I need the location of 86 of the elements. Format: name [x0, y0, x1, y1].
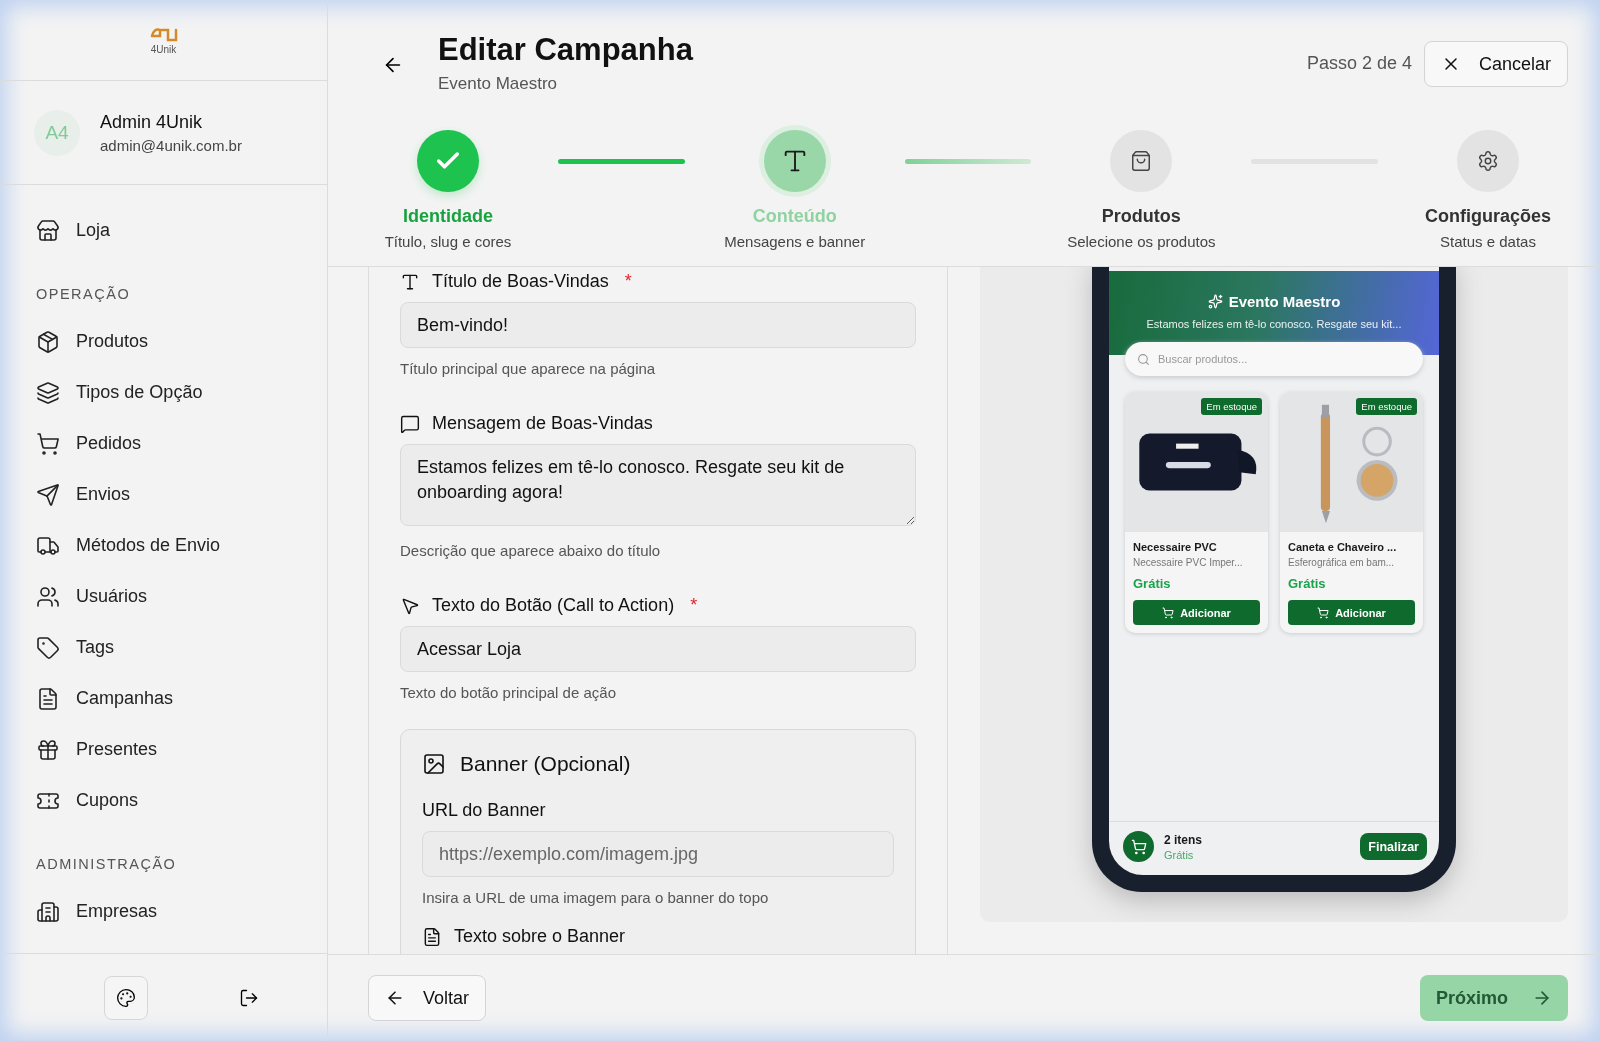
checkout-button[interactable]: Finalizar [1360, 833, 1427, 860]
field-hint: Texto do botão principal de ação [400, 684, 617, 701]
required-asterisk: * [624, 271, 632, 292]
chat-bubble-icon [400, 413, 420, 434]
image-icon [422, 752, 446, 776]
building-icon [36, 899, 60, 924]
product-description: Esferográfica em bam... [1288, 557, 1396, 568]
cart-total: Grátis [1164, 848, 1195, 861]
field-label: Texto sobre o Banner [454, 926, 626, 947]
text-field[interactable]: Acessar Loja [400, 626, 916, 672]
store-icon [36, 218, 60, 243]
box-icon [36, 329, 60, 354]
step-title: Conteúdo [752, 206, 837, 227]
avatar: A4 [34, 109, 80, 156]
nav-item[interactable]: Produtos [36, 316, 327, 367]
url-field[interactable]: https://exemplo.com/imagem.jpg [422, 831, 894, 877]
product-name: Caneta e Chaveiro ... [1288, 541, 1398, 553]
nav-item[interactable]: Métodos de Envio [36, 520, 327, 571]
search-icon [1137, 352, 1150, 366]
product-name: Necessaire PVC [1133, 541, 1218, 553]
settings-icon [1477, 150, 1499, 172]
step-title: Produtos [1101, 206, 1181, 227]
product-description: Necessaire PVC Imper... [1133, 557, 1244, 568]
nav-item[interactable]: Campanhas [36, 673, 327, 724]
cancel-button[interactable]: Cancelar [1423, 41, 1568, 87]
nav-item[interactable]: Empresas [36, 886, 327, 937]
step-subtitle: Selecione os produtos [1067, 233, 1216, 250]
message-field[interactable]: Estamos felizes em tê-lo conosco. Resgate seu kit de onboarding agora! [400, 444, 916, 526]
next-button[interactable]: Próximo [1419, 975, 1568, 1021]
nav-item[interactable]: Tipos de Opção [36, 367, 327, 418]
field-label: URL do Banner [422, 800, 547, 821]
cart-icon [1123, 831, 1154, 862]
logout-icon [239, 987, 260, 1008]
nav-item[interactable]: Cupons [36, 775, 327, 826]
nav-section-heading: OPERAÇÃO [36, 286, 132, 302]
user-name: Admin 4Unik [100, 111, 204, 133]
step-subtitle: Título, slug e cores [384, 233, 512, 250]
field-hint: Insira a URL de uma imagem para o banner do topo [422, 889, 770, 906]
sparkles-icon [1207, 294, 1223, 309]
nav-item[interactable]: Loja [36, 205, 327, 256]
back-button[interactable]: Voltar [368, 975, 487, 1021]
product-price: Grátis [1288, 576, 1327, 591]
hero-message: Estamos felizes em tê-lo conosco. Resgate seu kit... [1145, 318, 1403, 330]
step-title: Identidade [403, 206, 493, 227]
cart-icon [1317, 606, 1330, 619]
paper-plane-icon [36, 482, 60, 507]
page-title: Editar Campanha [438, 32, 693, 68]
add-button[interactable]: Adicionar [1288, 600, 1415, 625]
step-counter: Passo 2 de 4 [1306, 53, 1412, 74]
document-icon [36, 686, 60, 711]
nav-item[interactable]: Usuários [36, 571, 327, 622]
users-icon [36, 584, 60, 609]
section-title: Banner (Opcional) [460, 752, 631, 776]
step-subtitle: Mensagens e banner [724, 233, 866, 250]
required-asterisk: * [690, 595, 698, 616]
layers-icon [36, 380, 60, 405]
cart-icon [1162, 606, 1175, 619]
field-label: Mensagem de Boas-Vindas [432, 413, 653, 434]
text-field[interactable]: Bem-vindo! [400, 302, 916, 348]
step-title: Configurações [1425, 206, 1552, 227]
nav-item[interactable]: Envios [36, 469, 327, 520]
stock-badge: Em estoque [1356, 398, 1417, 415]
nav-section-heading: ADMINISTRAÇÃO [36, 856, 178, 872]
nav-item[interactable]: Tags [36, 622, 327, 673]
theme-button[interactable] [103, 975, 148, 1020]
page-subtitle: Evento Maestro [438, 74, 559, 94]
field-label: Texto do Botão (Call to Action) [432, 595, 675, 616]
logo-text: 4Unik [150, 43, 177, 55]
stock-badge: Em estoque [1201, 398, 1262, 415]
gift-icon [36, 737, 60, 762]
user-email: admin@4unik.com.br [100, 136, 242, 154]
field-hint: Descrição que aparece abaixo do título [400, 542, 662, 559]
nav-item[interactable]: Pedidos [36, 418, 327, 469]
field-label: Título de Boas-Vindas [432, 271, 609, 292]
hero-title: Evento Maestro [1228, 293, 1341, 310]
bag-icon [1130, 150, 1153, 172]
document-icon [422, 926, 442, 947]
step-subtitle: Status e datas [1440, 233, 1536, 250]
field-hint: Título principal que aparece na página [400, 360, 657, 377]
cart-count: 2 itens [1164, 832, 1202, 847]
add-button[interactable]: Adicionar [1133, 600, 1260, 625]
nav-item[interactable]: Presentes [36, 724, 327, 775]
tag-icon [36, 635, 60, 660]
product-price: Grátis [1133, 576, 1172, 591]
cart-icon [36, 431, 60, 456]
palette-icon [115, 987, 136, 1008]
